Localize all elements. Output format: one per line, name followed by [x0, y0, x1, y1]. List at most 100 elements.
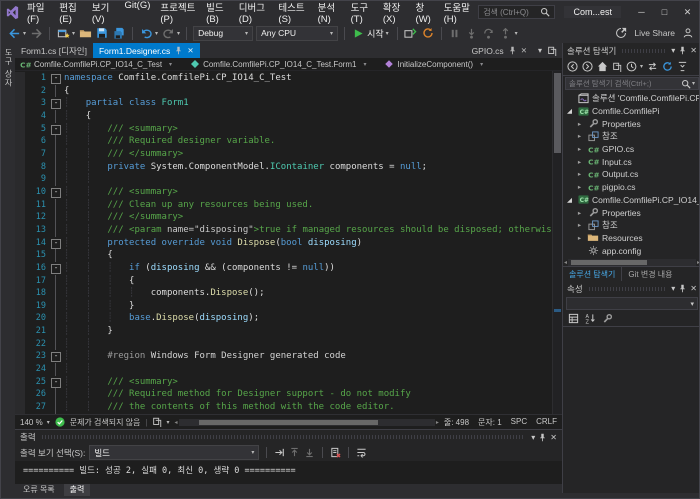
scrollbar-thumb[interactable]: [554, 73, 561, 153]
expander-icon[interactable]: ◢: [565, 107, 574, 115]
close-tab-icon[interactable]: ✕: [187, 46, 193, 55]
editor-tab[interactable]: GPIO.cs✕: [466, 43, 533, 58]
compare-icon[interactable]: [152, 417, 162, 427]
editor-vertical-scrollbar[interactable]: [552, 71, 562, 414]
tree-item[interactable]: ◢C#Comfile.ComfilePi: [563, 105, 700, 118]
menu-item[interactable]: 확장(X): [378, 0, 411, 25]
step-over-button[interactable]: [482, 25, 496, 41]
scroll-left-arrow-icon[interactable]: ◂: [564, 259, 567, 266]
output-log[interactable]: ========== 빌드: 성공 2, 실패 0, 최신 0, 생략 0 ==…: [15, 461, 562, 484]
glyph-margin[interactable]: [15, 186, 25, 199]
expander-icon[interactable]: ▸: [575, 170, 584, 178]
navigate-back-dropdown-icon[interactable]: ▾: [23, 30, 26, 37]
hot-reload-button[interactable]: [421, 25, 435, 41]
glyph-margin[interactable]: [15, 237, 25, 250]
output-word-wrap-icon[interactable]: [356, 447, 367, 458]
tree-item[interactable]: ◢C#Comfile.ComfilePi.CP_IO14_C_T: [563, 194, 700, 207]
tool-window-tab[interactable]: Git 변경 내용: [622, 267, 678, 281]
expander-icon[interactable]: ▸: [575, 183, 584, 191]
expander-icon[interactable]: ▸: [575, 209, 584, 217]
navigation-bar-segment[interactable]: InitializeComponent()▾: [384, 59, 487, 69]
glyph-margin[interactable]: [15, 148, 25, 161]
new-project-dropdown-icon[interactable]: ▾: [72, 30, 75, 37]
break-all-button[interactable]: [448, 25, 462, 41]
feedback-icon[interactable]: [681, 25, 695, 41]
toolbox-vertical-tab[interactable]: 도구 상자: [3, 48, 14, 87]
close-panel-icon[interactable]: ✕: [690, 284, 697, 293]
expander-icon[interactable]: ▸: [575, 132, 584, 140]
pin-icon[interactable]: [508, 46, 517, 55]
editor-tab[interactable]: Form1.cs [디자인]: [15, 43, 93, 58]
navigate-forward-button[interactable]: [29, 25, 43, 41]
navigate-back-button[interactable]: [7, 25, 21, 41]
fold-toggle[interactable]: [50, 262, 61, 275]
pin-icon[interactable]: [538, 433, 547, 442]
expander-icon[interactable]: ▸: [575, 221, 584, 229]
bottom-tool-window-tab[interactable]: 출력: [64, 484, 91, 496]
tree-item[interactable]: app.config: [563, 244, 700, 257]
start-debugging-button[interactable]: 시작 ▾: [351, 27, 391, 40]
property-pages-icon[interactable]: [602, 313, 613, 324]
tree-item[interactable]: ▸C#Input.cs: [563, 155, 700, 168]
tree-item[interactable]: ▸Properties: [563, 117, 700, 130]
toolbar-overflow-icon[interactable]: ▾: [515, 30, 518, 37]
properties-object-select[interactable]: ▾: [566, 297, 698, 310]
redo-button[interactable]: [161, 25, 175, 41]
chevron-down-icon[interactable]: ▾: [480, 61, 483, 68]
glyph-margin[interactable]: [15, 161, 25, 174]
fold-toggle[interactable]: [50, 97, 61, 110]
categorized-view-icon[interactable]: [568, 313, 579, 324]
open-file-button[interactable]: [78, 25, 92, 41]
chevron-down-icon[interactable]: ▾: [363, 61, 366, 68]
health-indicator-label[interactable]: 문제가 검색되지 않음: [70, 417, 141, 428]
solution-explorer-search-input[interactable]: 솔루션 탐색기 검색(Ctrl+;) ▾: [565, 77, 699, 90]
glyph-margin[interactable]: [15, 287, 25, 300]
fold-toggle[interactable]: [50, 376, 61, 389]
glyph-margin[interactable]: [15, 123, 25, 136]
output-next-message-icon[interactable]: [304, 447, 315, 458]
fold-toggle[interactable]: [50, 350, 61, 363]
fold-toggle[interactable]: [50, 186, 61, 199]
fold-toggle[interactable]: [50, 237, 61, 250]
redo-dropdown-icon[interactable]: ▾: [177, 30, 180, 37]
refresh-icon[interactable]: [662, 61, 673, 72]
quick-search-input[interactable]: 검색 (Ctrl+Q): [478, 5, 555, 19]
glyph-margin[interactable]: [15, 350, 25, 363]
glyph-margin[interactable]: [15, 249, 25, 262]
menu-item[interactable]: Git(G): [120, 0, 156, 25]
close-panel-icon[interactable]: ✕: [550, 433, 557, 442]
expander-icon[interactable]: ▸: [575, 158, 584, 166]
fold-toggle[interactable]: [50, 72, 61, 85]
glyph-margin[interactable]: [15, 401, 25, 414]
expander-icon[interactable]: ▸: [575, 145, 584, 153]
scrollbar-track[interactable]: [179, 419, 435, 426]
search-options-icon[interactable]: ▾: [692, 80, 695, 87]
filter-dropdown-icon[interactable]: ▾: [640, 63, 643, 70]
output-source-select[interactable]: 빌드 ▾: [89, 445, 259, 460]
maximize-button[interactable]: □: [653, 3, 676, 21]
menu-item[interactable]: 빌드(B): [201, 0, 234, 25]
back-circle-icon[interactable]: [567, 61, 578, 72]
switch-views-icon[interactable]: [612, 62, 622, 72]
close-tab-icon[interactable]: ✕: [521, 46, 527, 55]
pin-icon[interactable]: [678, 46, 687, 55]
editor-horizontal-scrollbar[interactable]: ◂ ▸: [174, 418, 438, 427]
chevron-down-icon[interactable]: ▾: [169, 61, 172, 68]
save-all-button[interactable]: [112, 25, 126, 41]
glyph-margin[interactable]: [15, 300, 25, 313]
scroll-right-arrow-icon[interactable]: ▸: [436, 419, 439, 426]
menu-item[interactable]: 분석(N): [313, 0, 346, 25]
navigation-bar-segment[interactable]: Comfile.ComfilePi.CP_IO14_C_Test.Form1▾: [190, 59, 370, 69]
pending-changes-filter-icon[interactable]: [626, 61, 637, 72]
tree-horizontal-scrollbar[interactable]: ◂ ▸: [563, 258, 700, 266]
glyph-margin[interactable]: [15, 72, 25, 85]
fold-toggle[interactable]: [50, 123, 61, 136]
attach-to-process-button[interactable]: [404, 25, 418, 41]
solution-configuration-select[interactable]: Debug▾: [193, 26, 253, 41]
tree-item[interactable]: 솔루션 'Comfile.ComfilePi.CP_IO14_: [563, 92, 700, 105]
minimize-button[interactable]: ─: [630, 3, 653, 21]
menu-item[interactable]: 프로젝트(P): [155, 0, 201, 25]
scroll-left-arrow-icon[interactable]: ◂: [174, 419, 177, 426]
collapse-all-icon[interactable]: [677, 61, 688, 72]
zoom-level-select[interactable]: 140 %: [20, 418, 43, 427]
